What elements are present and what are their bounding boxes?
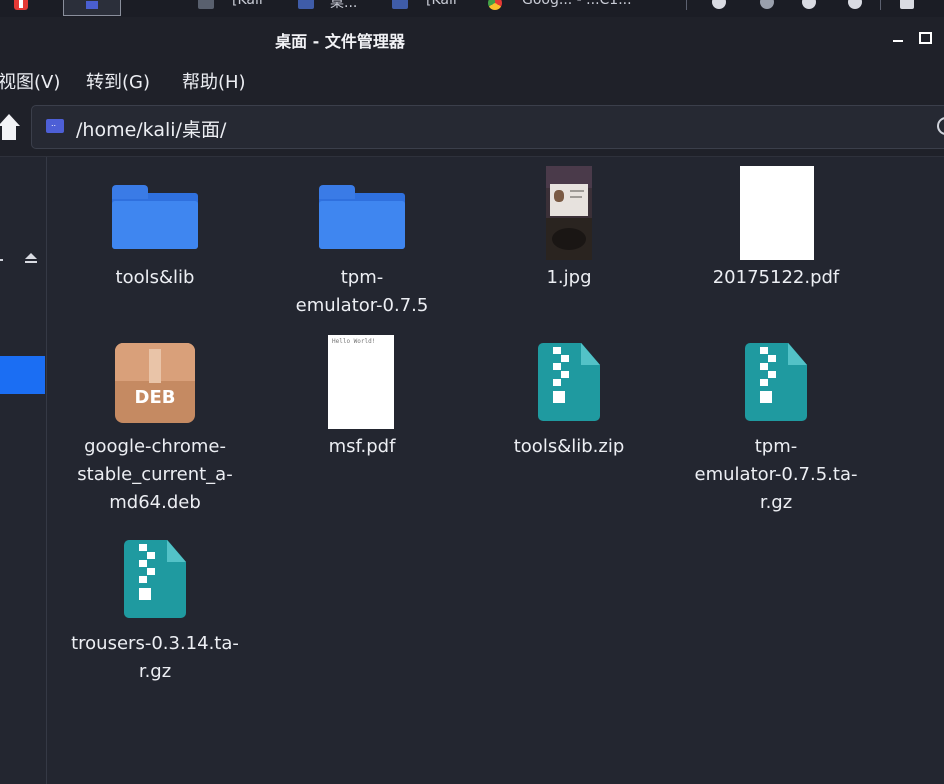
file-label: 1.jpg <box>546 267 592 288</box>
home-icon[interactable] <box>0 112 20 142</box>
zip-archive-icon <box>124 540 186 618</box>
taskbar-item-2[interactable]: 桌... <box>330 0 357 14</box>
reload-icon[interactable] <box>937 117 944 135</box>
file-label: tpm- emulator-0.7.5 <box>295 267 429 316</box>
file-item[interactable]: tpm- emulator-0.7.5.ta- r.gz <box>676 343 876 517</box>
pdf-thumbnail <box>740 166 814 260</box>
file-label: 20175122.pdf <box>712 267 840 288</box>
file-label: google-chrome- stable_current_a- md64.de… <box>77 436 233 513</box>
location-path[interactable]: /home/kali/桌面/ <box>76 115 226 142</box>
location-bar[interactable]: /home/kali/桌面/ <box>31 105 944 149</box>
taskbar-separator <box>686 0 687 10</box>
file-item[interactable]: Hello World! msf.pdf <box>262 335 462 461</box>
file-item[interactable]: tools&lib <box>55 179 255 292</box>
bluetooth-icon[interactable] <box>760 0 774 9</box>
taskbar: [Kali 桌... [Kali Goog... - ...C1... <box>0 0 944 17</box>
sidebar <box>0 157 47 784</box>
menu-view[interactable]: 视图(V) <box>0 68 60 94</box>
maximize-icon[interactable] <box>919 32 932 44</box>
chrome-icon <box>488 0 502 10</box>
taskbar-item-1[interactable]: [Kali <box>232 0 263 14</box>
minimize-icon[interactable] <box>893 40 903 42</box>
menu-icon[interactable] <box>900 0 914 9</box>
file-label: tools&lib.zip <box>513 436 625 457</box>
power-icon[interactable] <box>848 0 862 9</box>
sidebar-dot <box>0 259 3 261</box>
window-icon <box>198 0 214 9</box>
window-icon <box>298 0 314 9</box>
deb-package-icon: DEB <box>115 343 195 423</box>
menu-help[interactable]: 帮助(H) <box>182 68 246 94</box>
taskbar-item-4[interactable]: Goog... - ...C1... <box>522 0 632 14</box>
window-icon <box>392 0 408 9</box>
eject-icon[interactable] <box>25 253 37 263</box>
window-title: 桌面 - 文件管理器 <box>275 32 405 51</box>
sidebar-item-desktop[interactable] <box>0 356 45 394</box>
file-item[interactable]: 1.jpg <box>469 166 669 292</box>
file-item[interactable]: tools&lib.zip <box>469 343 669 461</box>
menu-bar: 视图(V) 转到(G) 帮助(H) <box>0 59 944 99</box>
folder-icon <box>319 185 405 249</box>
workspace-switcher[interactable] <box>63 0 121 16</box>
pdf-thumbnail: Hello World! <box>328 335 394 429</box>
zip-archive-icon <box>538 343 600 421</box>
display-icon[interactable] <box>802 0 816 9</box>
folder-icon <box>112 185 198 249</box>
pdf-thumb-text: Hello World! <box>332 338 376 345</box>
file-item[interactable]: trousers-0.3.14.ta- r.gz <box>55 540 255 686</box>
menu-go[interactable]: 转到(G) <box>86 68 150 94</box>
taskbar-separator <box>880 0 881 10</box>
file-item[interactable]: DEB google-chrome- stable_current_a- md6… <box>55 343 255 517</box>
file-item[interactable]: tpm- emulator-0.7.5 <box>262 179 462 320</box>
taskbar-item-3[interactable]: [Kali <box>426 0 457 14</box>
folder-location-icon <box>46 119 64 133</box>
title-bar: 桌面 - 文件管理器 <box>0 17 944 59</box>
image-thumbnail <box>546 166 592 260</box>
file-label: tools&lib <box>115 267 195 288</box>
app-icon[interactable] <box>14 0 28 10</box>
file-grid: tools&lib tpm- emulator-0.7.5 1.jpg 2017… <box>47 157 944 784</box>
zip-archive-icon <box>745 343 807 421</box>
network-icon[interactable] <box>712 0 726 9</box>
file-label: tpm- emulator-0.7.5.ta- r.gz <box>694 436 858 513</box>
file-label: trousers-0.3.14.ta- r.gz <box>71 633 239 682</box>
file-item[interactable]: 20175122.pdf <box>676 166 876 292</box>
file-label: msf.pdf <box>328 436 396 457</box>
